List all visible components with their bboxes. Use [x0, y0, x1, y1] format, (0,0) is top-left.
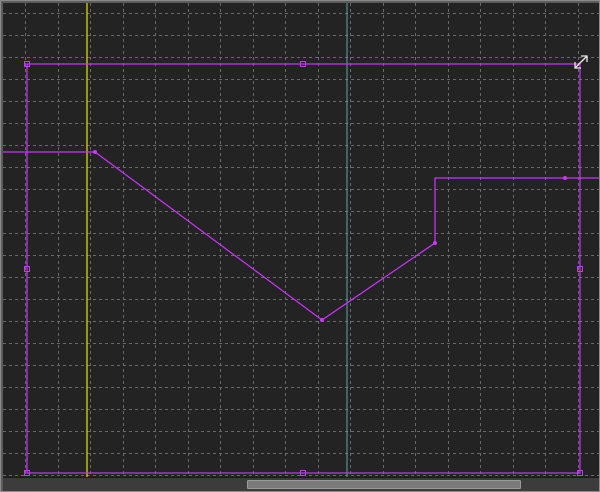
editor-window [0, 0, 600, 492]
envelope-node[interactable] [320, 318, 324, 322]
horizontal-scrollbar[interactable] [3, 477, 599, 491]
envelope-node[interactable] [563, 176, 567, 180]
selection-box[interactable] [26, 63, 581, 474]
envelope-canvas[interactable] [3, 3, 599, 477]
envelope-svg[interactable] [3, 3, 599, 477]
scrollbar-thumb[interactable] [247, 480, 521, 489]
envelope-curve[interactable] [3, 151, 599, 321]
envelope-node[interactable] [93, 150, 97, 154]
envelope-node[interactable] [433, 241, 437, 245]
grid [3, 3, 599, 477]
